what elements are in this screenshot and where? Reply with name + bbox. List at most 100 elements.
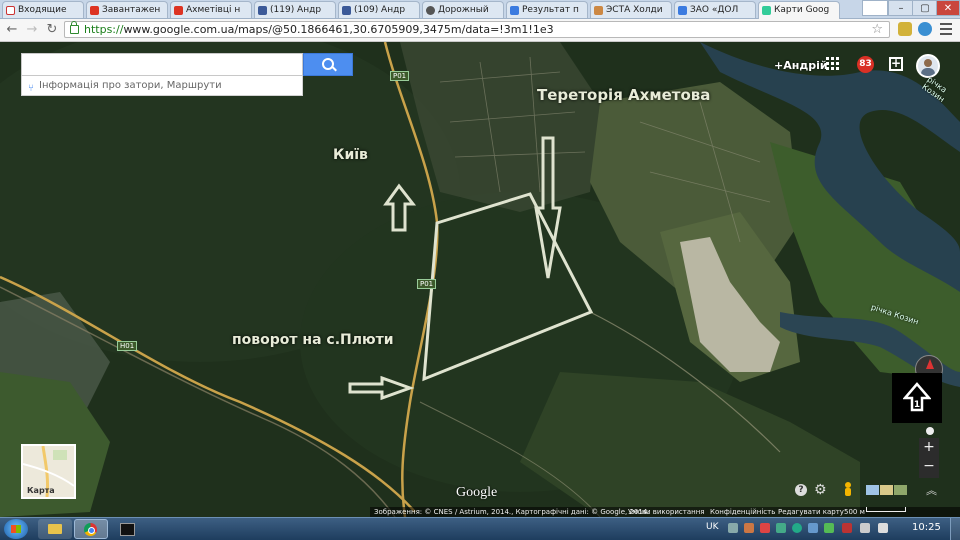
google-logo: Google	[456, 485, 498, 500]
tab-google-maps[interactable]: Карти Goog	[758, 1, 840, 19]
tray-app-icon[interactable]	[760, 523, 770, 533]
forward-arrow-icon[interactable]: →	[24, 22, 40, 38]
taskbar-explorer[interactable]	[38, 519, 72, 539]
tab-github[interactable]: Дорожный	[422, 1, 504, 18]
road-label-h01: H01	[117, 341, 138, 351]
imagery-layers[interactable]	[866, 485, 908, 495]
gear-icon[interactable]: ⚙	[814, 482, 827, 498]
back-arrow-icon[interactable]: ←	[4, 22, 20, 38]
show-desktop-button[interactable]	[950, 518, 960, 540]
youtube-icon	[90, 6, 99, 15]
address-bar[interactable]: https://www.google.com.ua/maps/@50.18664…	[64, 21, 890, 38]
layer-thumb-icon[interactable]	[880, 485, 893, 495]
zoom-out-button[interactable]: −	[919, 458, 939, 478]
zoom-in-button[interactable]: +	[919, 438, 939, 458]
notifications-badge[interactable]: 83	[857, 56, 874, 73]
search-button[interactable]	[303, 53, 353, 76]
tab-label: Результат п	[522, 5, 579, 15]
share-plus-icon[interactable]: +	[889, 57, 903, 71]
facebook-icon	[258, 6, 267, 15]
extension-icon[interactable]	[898, 22, 912, 36]
bookmark-star-icon[interactable]: ☆	[871, 22, 883, 37]
menu-icon[interactable]	[940, 23, 952, 35]
tab-esta[interactable]: ЭСТА Холди	[590, 1, 672, 18]
expand-chevron-icon[interactable]: ︽	[926, 482, 937, 498]
tray-volume-icon[interactable]	[878, 523, 888, 533]
facebook-icon	[342, 6, 351, 15]
tab-label: ЭСТА Холди	[606, 5, 663, 15]
tab-facebook-2[interactable]: (109) Андр	[338, 1, 420, 18]
tab-label: Карти Goog	[774, 5, 830, 15]
profile-switch-button[interactable]	[862, 0, 888, 16]
taskbar-chrome[interactable]	[74, 519, 108, 539]
taskbar-terminal[interactable]	[110, 519, 144, 539]
layer-thumb-icon[interactable]	[894, 485, 907, 495]
user-profile-link[interactable]: +Андрій	[774, 59, 828, 72]
tray-flag-icon[interactable]	[842, 523, 852, 533]
taskbar: UK 10:25	[0, 517, 960, 540]
annotation-kyiv: Київ	[333, 147, 368, 163]
tab-label: (119) Андр	[270, 5, 322, 15]
scale-bar	[866, 507, 906, 512]
minimize-button[interactable]: –	[888, 0, 914, 16]
traffic-routes-link[interactable]: ⑂ Інформація про затори, Маршрути	[21, 76, 303, 96]
gmail-icon	[6, 6, 15, 15]
language-indicator[interactable]: UK	[706, 522, 719, 532]
google-icon	[510, 6, 519, 15]
start-button[interactable]	[4, 519, 28, 539]
tray-app-icon[interactable]	[808, 523, 818, 533]
terms-link[interactable]: Умови використання	[628, 507, 705, 517]
youtube-icon	[174, 6, 183, 15]
layer-thumb-icon[interactable]	[866, 485, 879, 495]
tray-app-icon[interactable]	[792, 523, 802, 533]
map-view-toggle[interactable]: Карта	[21, 444, 76, 499]
close-button[interactable]: ✕	[936, 0, 960, 16]
tab-facebook-1[interactable]: (119) Андр	[254, 1, 336, 18]
avatar[interactable]	[916, 54, 940, 78]
tab-youtube-1[interactable]: Завантажен	[86, 1, 168, 18]
privacy-link[interactable]: Конфіденційність	[710, 507, 775, 517]
report-map-link[interactable]: Редагувати карту	[778, 507, 844, 517]
reload-icon[interactable]: ↻	[44, 22, 60, 38]
street-view-pegman-icon[interactable]	[845, 482, 851, 496]
tray-app-icon[interactable]	[776, 523, 786, 533]
traffic-routes-label: Інформація про затори, Маршрути	[39, 80, 222, 91]
tab-label: Завантажен	[102, 5, 161, 15]
tab-label: Входящие	[18, 5, 67, 15]
lock-icon	[70, 21, 79, 34]
road-label-p01: P01	[417, 279, 437, 289]
tab-strip: Входящие Завантажен Ахметівці н (119) Ан…	[0, 0, 960, 19]
tray-keyboard-icon[interactable]	[728, 523, 738, 533]
search-input[interactable]	[21, 53, 303, 76]
imagery-attribution: Зображення: © CNES / Astrium, 2014., Кар…	[374, 508, 650, 516]
tab-youtube-2[interactable]: Ахметівці н	[170, 1, 252, 18]
svg-text:1: 1	[914, 400, 920, 410]
tilt-arrow-icon: 1	[903, 382, 931, 412]
extension-icon[interactable]	[918, 22, 932, 36]
apps-grid-icon[interactable]	[826, 57, 840, 71]
satellite-imagery	[0, 42, 960, 517]
maximize-button[interactable]: ▢	[912, 0, 938, 16]
tray-app-icon[interactable]	[744, 523, 754, 533]
scale-label[interactable]: 500 м	[844, 507, 865, 517]
tray-app-icon[interactable]	[824, 523, 834, 533]
google-maps-icon	[762, 6, 771, 15]
tab-label: Ахметівці н	[186, 5, 241, 15]
tab-gmail[interactable]: Входящие	[2, 1, 84, 18]
help-icon[interactable]: ?	[795, 484, 807, 496]
road-label-p01: P01	[390, 71, 410, 81]
tilt-45-button[interactable]: 1	[892, 373, 942, 423]
satellite-map[interactable]: ⑂ Інформація про затори, Маршрути +Андрі…	[0, 42, 960, 517]
terminal-icon	[120, 523, 135, 536]
tray-network-icon[interactable]	[860, 523, 870, 533]
url-text[interactable]: https://www.google.com.ua/maps/@50.18664…	[84, 23, 554, 36]
zoom-level-indicator[interactable]	[926, 427, 934, 435]
github-icon	[426, 6, 435, 15]
tab-zao[interactable]: ЗАО «ДОЛ	[674, 1, 756, 18]
annotation-akhmetov-territory: Терeторія Ахметова	[537, 86, 711, 104]
clock[interactable]: 10:25	[912, 522, 941, 533]
map-footer: Зображення: © CNES / Astrium, 2014., Кар…	[370, 507, 960, 517]
tab-google-results[interactable]: Результат п	[506, 1, 588, 18]
tab-label: (109) Андр	[354, 5, 406, 15]
tab-label: Дорожный	[438, 5, 489, 15]
